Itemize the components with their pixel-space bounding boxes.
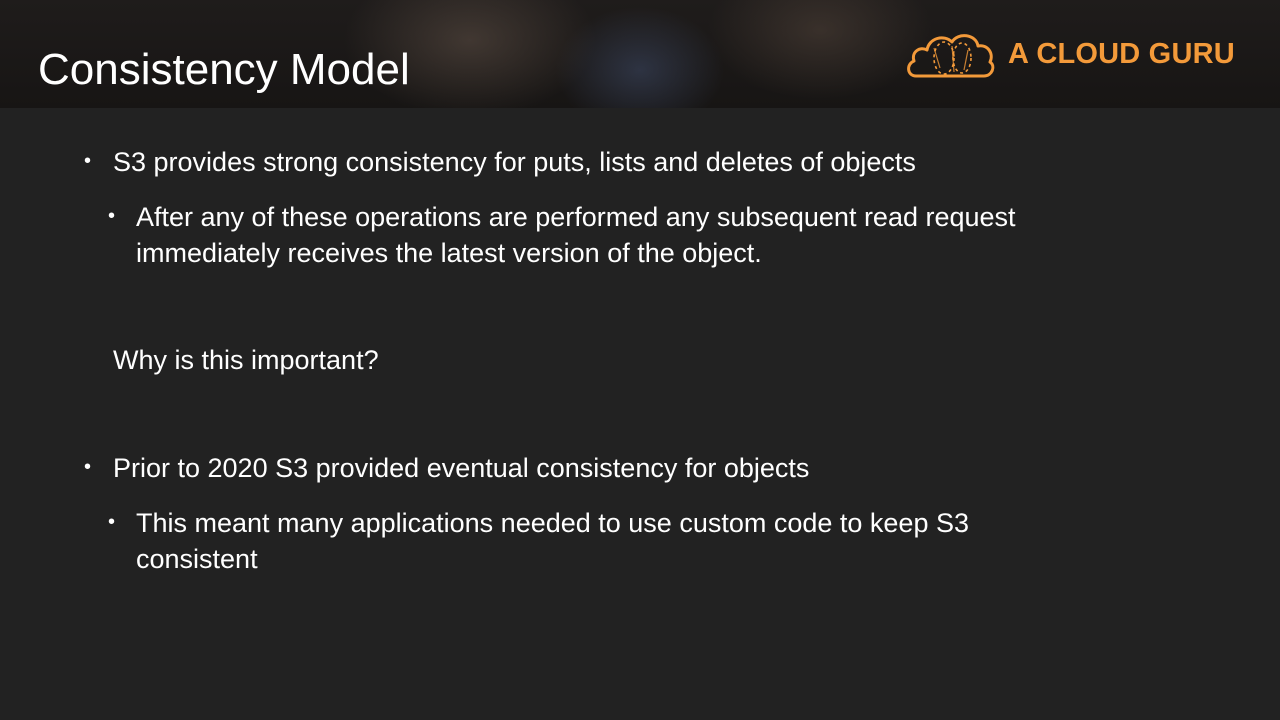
sub-bullet-marker: •: [108, 511, 116, 533]
bullet-point-2: Prior to 2020 S3 provided eventual consi…: [113, 453, 810, 483]
sub-bullet-marker: •: [108, 205, 116, 227]
bullet-marker: •: [84, 150, 92, 172]
slide: Consistency Model A CLOUD GURU • S3 prov…: [0, 0, 1280, 720]
slide-content: • S3 provides strong consistency for put…: [0, 0, 1280, 720]
sub-bullet-1-line-2: immediately receives the latest version …: [136, 238, 762, 268]
sub-bullet-2-line-1: This meant many applications needed to u…: [136, 508, 969, 538]
bullet-point-1: S3 provides strong consistency for puts,…: [113, 147, 916, 177]
question-text: Why is this important?: [113, 345, 379, 375]
bullet-marker: •: [84, 456, 92, 478]
sub-bullet-2-line-2: consistent: [136, 544, 258, 574]
sub-bullet-1-line-1: After any of these operations are perfor…: [136, 202, 1016, 232]
